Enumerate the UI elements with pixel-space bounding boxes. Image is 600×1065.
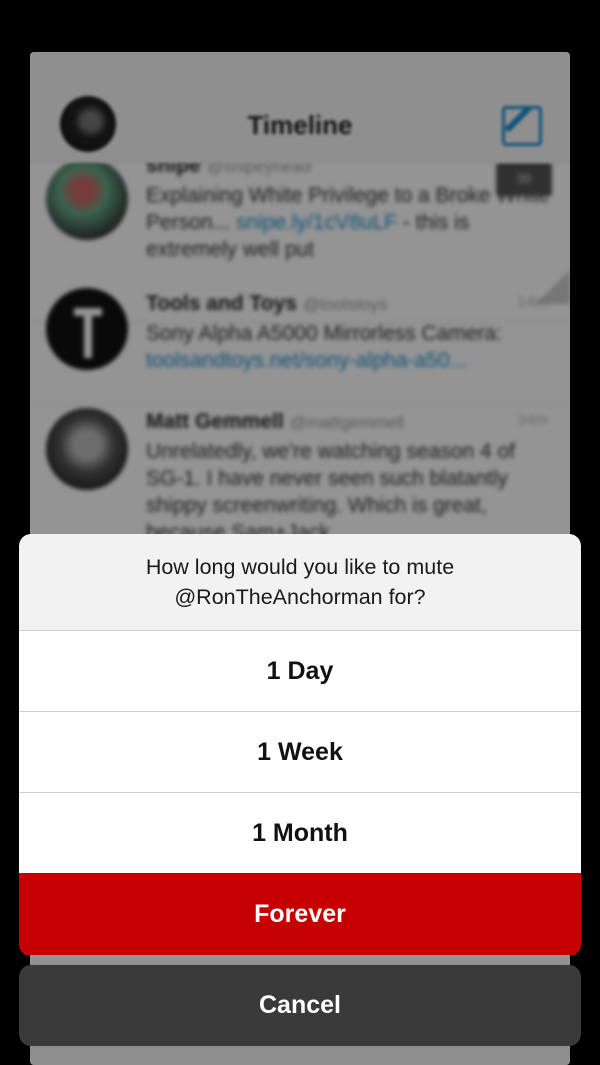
mute-1-day-button[interactable]: 1 Day xyxy=(19,630,581,711)
mute-forever-button[interactable]: Forever xyxy=(19,873,581,955)
mute-1-week-button[interactable]: 1 Week xyxy=(19,711,581,792)
sheet-message: How long would you like to mute @RonTheA… xyxy=(19,534,581,630)
mute-action-sheet: How long would you like to mute @RonTheA… xyxy=(19,534,581,956)
mute-1-month-button[interactable]: 1 Month xyxy=(19,792,581,873)
cancel-button[interactable]: Cancel xyxy=(19,965,581,1046)
